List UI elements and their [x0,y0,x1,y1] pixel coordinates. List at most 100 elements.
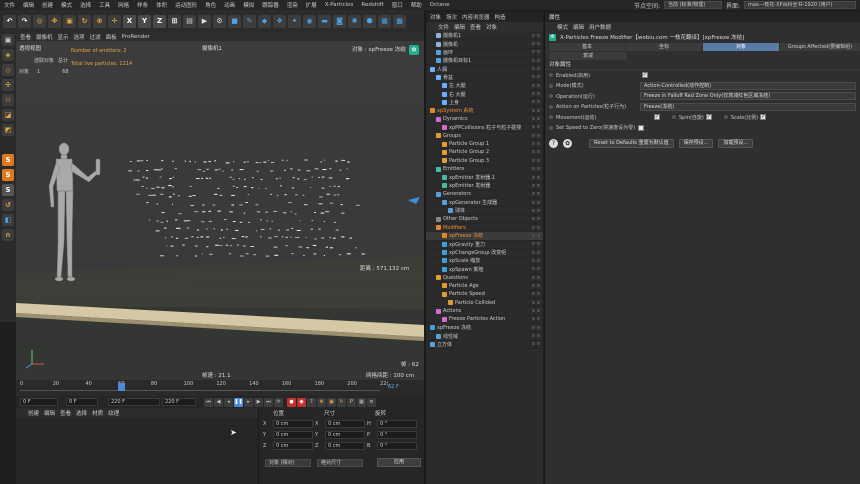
spin-anim-dot[interactable] [672,115,676,120]
editor-visibility-dot[interactable] [532,309,535,313]
viewport-menu-item-2[interactable]: 显示 [58,33,69,41]
zero-speed-checkbox[interactable] [638,124,645,131]
render-visibility-dot[interactable] [537,242,540,246]
menu-item-19[interactable]: 帮助 [407,1,426,9]
tree-item[interactable]: Generators [426,191,543,199]
key-scale-icon[interactable]: ▣ [327,397,336,407]
tree-item[interactable]: xpChangeGroup 改变组 [426,249,543,258]
operation-dropdown[interactable]: Freeze in Falloff Red Zone Only(仅衰减红色区域冻… [640,92,856,101]
light-icon[interactable]: ✺ [348,14,361,28]
tree-item[interactable]: xpFreeze 冻结 [426,324,543,333]
render-visibility-dot[interactable] [537,258,540,262]
tree-item[interactable]: 上身 [426,99,543,108]
visibility-toggle[interactable] [526,275,540,280]
visibility-toggle[interactable] [526,142,540,146]
render-visibility-dot[interactable] [537,108,540,112]
menu-item-8[interactable]: 体积 [152,1,171,9]
points-mode-icon[interactable]: ⁙ [2,94,14,106]
render-visibility-dot[interactable] [537,208,540,212]
next-frame-icon[interactable]: ▸ [244,397,253,407]
material-manager[interactable]: 创建 编辑 查看 选择 材质 纹理 ➤ [16,408,258,484]
tree-item[interactable]: xpSystem 系统 [426,107,543,116]
visibility-toggle[interactable] [526,192,540,196]
editor-visibility-dot[interactable] [532,258,535,262]
render-visibility-dot[interactable] [537,83,540,87]
tree-item[interactable]: Modifiers [426,224,543,233]
editor-visibility-dot[interactable] [532,133,535,137]
viewport-menu-item-1[interactable]: 摄像机 [36,33,53,41]
tree-item[interactable]: Questions [426,274,543,283]
undo-icon[interactable]: ↶ [3,14,16,28]
menu-item-18[interactable]: 窗口 [388,1,407,9]
editor-visibility-dot[interactable] [532,167,535,171]
render-visibility-dot[interactable] [537,267,540,271]
size-field[interactable]: 0 cm [325,419,365,428]
rotate-tool-icon[interactable]: ↻ [78,14,91,28]
menu-item-17[interactable]: Redshift [357,2,387,8]
start-frame2-field[interactable]: 0 F [66,398,98,406]
menu-item-16[interactable]: X-Particles [321,2,358,8]
subtab-falloff[interactable]: 衰减 [549,51,627,60]
menu-item-9[interactable]: 运动图形 [171,1,201,9]
render-visibility-dot[interactable] [537,50,540,54]
magnet-icon[interactable]: ∩ [2,229,14,241]
render-visibility-dot[interactable] [537,125,540,129]
visibility-toggle[interactable] [526,342,540,346]
attr-page-tab-3[interactable]: Groups Affected(要编辑组) [780,42,860,51]
layout-select[interactable]: max---枝花-XP百科全书-1920 (用户) [744,1,856,9]
attr-menu-item-0[interactable]: 模式 [557,23,568,31]
enabled-anim-dot[interactable] [549,73,553,78]
visibility-toggle[interactable] [526,133,540,138]
polygons-mode-icon[interactable]: ◩ [2,124,14,136]
editor-visibility-dot[interactable] [532,33,535,37]
render-visibility-dot[interactable] [537,92,540,96]
spin-checkbox[interactable]: ✓ [705,114,712,121]
editor-visibility-dot[interactable] [532,125,535,129]
editor-visibility-dot[interactable] [532,217,535,221]
editor-visibility-dot[interactable] [532,208,535,212]
rotation-field[interactable]: 0 ° [377,419,417,428]
menu-item-15[interactable]: 扩展 [302,1,321,9]
enabled-checkbox[interactable]: ✓ [642,72,648,79]
render-visibility-dot[interactable] [537,192,540,196]
tree-item[interactable]: 左 大腿 [426,82,543,91]
viewport[interactable]: 查看 摄像机 显示 选项 过滤 面板 ProRender 透视视图 摄像机1 对… [16,32,424,380]
menu-item-3[interactable]: 模式 [57,1,76,9]
render-visibility-dot[interactable] [537,250,540,254]
render-visibility-dot[interactable] [537,158,540,162]
visibility-toggle[interactable] [526,309,540,313]
position-field[interactable]: 0 cm [273,430,313,439]
menu-item-4[interactable]: 选择 [76,1,95,9]
size-mode-select[interactable]: 绝对尺寸 [317,458,363,467]
visibility-toggle[interactable] [526,217,540,221]
tree-item[interactable]: Freeze Particles Action [426,316,543,325]
xp-logo-icon[interactable]: ✿ [563,138,572,148]
visibility-toggle[interactable] [526,242,540,246]
attr-page-tab-0[interactable]: 基本 [549,42,625,51]
viewport-menu-item-6[interactable]: ProRender [122,34,150,40]
end-frame2-field[interactable]: 220 F [162,398,196,406]
timeline-menu-icon[interactable]: ≡ [367,397,376,407]
menu-item-14[interactable]: 渲染 [283,1,302,9]
position-field[interactable]: 0 cm [273,441,313,450]
render-visibility-dot[interactable] [537,58,540,62]
editor-visibility-dot[interactable] [532,334,535,338]
save-preset-button[interactable]: 保存预设... [678,138,714,148]
visibility-toggle[interactable] [526,33,540,38]
prev-frame-icon[interactable]: ◂ [224,397,233,407]
visibility-toggle[interactable] [526,125,540,129]
visibility-toggle[interactable] [526,292,540,296]
editor-visibility-dot[interactable] [532,58,535,62]
tree-item[interactable]: Particle Group 3 [426,157,543,166]
render-visibility-dot[interactable] [537,200,540,204]
pause-icon[interactable]: ❚❚ [234,397,243,407]
editor-visibility-dot[interactable] [532,150,535,154]
tree-item[interactable]: 球体 [426,207,543,216]
render-visibility-dot[interactable] [537,150,540,154]
rotation-field[interactable]: 0 ° [377,430,417,439]
action-anim-dot[interactable] [549,104,553,109]
viewport-menu-item-3[interactable]: 选项 [74,33,85,41]
material-menu-item-5[interactable]: 纹理 [108,409,119,417]
field-icon[interactable]: ◉ [303,14,316,28]
editor-visibility-dot[interactable] [532,108,535,112]
